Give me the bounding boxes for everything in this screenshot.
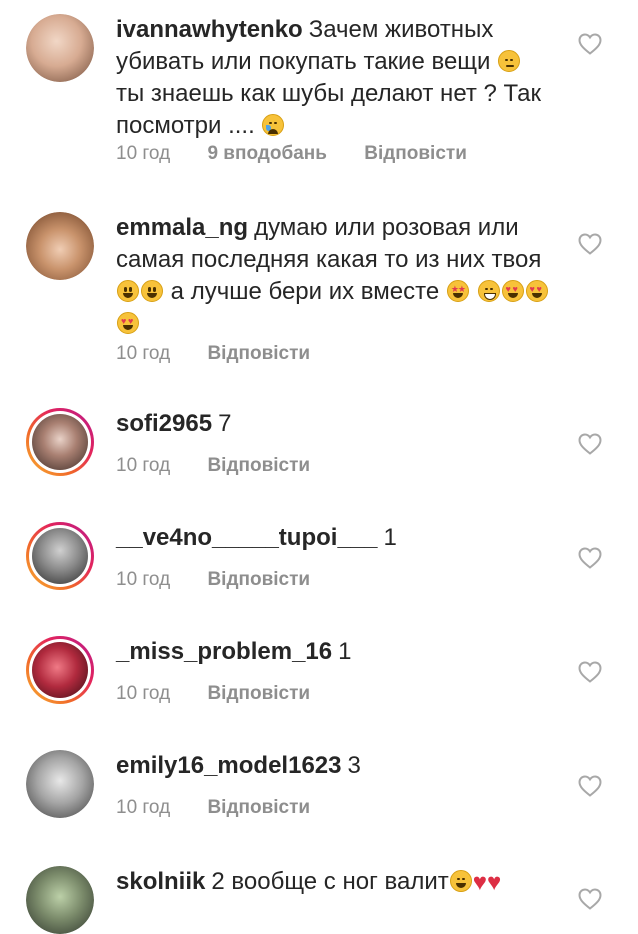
likes-count[interactable]: 9 вподобань bbox=[207, 143, 326, 164]
avatar[interactable] bbox=[26, 14, 94, 82]
laughing-face-icon bbox=[449, 870, 472, 892]
comment-time: 10 год bbox=[116, 569, 171, 590]
reply-button[interactable]: Відповісти bbox=[207, 683, 310, 704]
comment-username[interactable]: emily16_model1623 bbox=[116, 752, 341, 779]
comment-item: ivannawhytenko Зачем животных убивать или… bbox=[0, 14, 638, 184]
comment-meta: 10 год Відповісти bbox=[116, 454, 342, 478]
avatar-story-ring[interactable] bbox=[26, 408, 94, 476]
comment-text: ivannawhytenko Зачем животных убивать или… bbox=[116, 14, 556, 142]
comment-text: sofi2965 7 bbox=[116, 408, 556, 440]
comment-text: emily16_model1623 3 bbox=[116, 750, 556, 782]
comment-username[interactable]: sofi2965 bbox=[116, 410, 212, 437]
heart-outline-icon[interactable] bbox=[578, 233, 602, 255]
heart-eyes-icon: ♥ ♥ bbox=[525, 280, 548, 302]
comment-body-continued: ты знаешь как шубы делают нет ? Так посм… bbox=[116, 80, 541, 139]
comment-username[interactable]: _miss_problem_16 bbox=[116, 638, 332, 665]
grinning-face-icon bbox=[477, 280, 500, 302]
comment-body: 1 bbox=[338, 638, 352, 665]
comment-time: 10 год bbox=[116, 797, 171, 818]
comment-text: _miss_problem_16 1 bbox=[116, 636, 556, 668]
comment-text: __ve4no_____tupoi___ 1 bbox=[116, 522, 556, 554]
comment-meta: 10 год Відповісти bbox=[116, 796, 342, 820]
reply-button[interactable]: Відповісти bbox=[207, 569, 310, 590]
comment-username[interactable]: emmala_ng bbox=[116, 214, 248, 241]
comment-item: _miss_problem_16 1 10 год Відповісти bbox=[0, 636, 638, 726]
heart-outline-icon[interactable] bbox=[578, 775, 602, 797]
crying-face-icon bbox=[262, 114, 285, 136]
comment-meta: 10 год Відповісти bbox=[116, 568, 342, 592]
comment-meta: 10 год 9 вподобань Відповісти bbox=[116, 142, 499, 166]
comment-body: 7 bbox=[218, 410, 232, 437]
avatar[interactable] bbox=[26, 212, 94, 280]
comments-list: ivannawhytenko Зачем животных убивать или… bbox=[0, 0, 638, 934]
heart-eyes-icon: ♥ ♥ bbox=[501, 280, 524, 302]
comment-username[interactable]: __ve4no_____tupoi___ bbox=[116, 524, 377, 551]
reply-button[interactable]: Відповісти bbox=[207, 343, 310, 364]
comment-body: 1 bbox=[383, 524, 397, 551]
smiling-face-icon bbox=[117, 280, 139, 302]
comment-meta: 10 год Відповісти bbox=[116, 682, 342, 706]
comment-body: 3 bbox=[347, 752, 361, 779]
comment-text: emmala_ng думаю или розовая или самая пос… bbox=[116, 212, 556, 340]
avatar[interactable] bbox=[26, 750, 94, 818]
comment-time: 10 год bbox=[116, 455, 171, 476]
comment-meta: 10 год Відповісти bbox=[116, 342, 342, 366]
avatar-story-ring[interactable] bbox=[26, 636, 94, 704]
heart-outline-icon[interactable] bbox=[578, 33, 602, 55]
reply-button[interactable]: Відповісти bbox=[207, 455, 310, 476]
comment-time: 10 год bbox=[116, 343, 171, 364]
heart-outline-icon[interactable] bbox=[578, 661, 602, 683]
comment-time: 10 год bbox=[116, 683, 171, 704]
pensive-face-icon bbox=[498, 50, 521, 72]
reply-button[interactable]: Відповісти bbox=[364, 143, 467, 164]
heart-outline-icon[interactable] bbox=[578, 433, 602, 455]
comment-username[interactable]: skolniik bbox=[116, 868, 205, 895]
avatar-story-ring[interactable] bbox=[26, 522, 94, 590]
red-heart-icon: ♥ bbox=[486, 869, 502, 896]
reply-button[interactable]: Відповісти bbox=[207, 797, 310, 818]
comment-body: 2 вообще с ног валит bbox=[211, 868, 449, 895]
star-struck-icon: ★ ★ bbox=[446, 280, 469, 302]
heart-outline-icon[interactable] bbox=[578, 547, 602, 569]
red-heart-icon: ♥ bbox=[472, 869, 487, 896]
comment-item: emmala_ng думаю или розовая или самая пос… bbox=[0, 212, 638, 382]
comment-item: emily16_model1623 3 10 год Відповісти bbox=[0, 750, 638, 840]
heart-outline-icon[interactable] bbox=[578, 888, 602, 910]
comment-body-continued: а лучше бери их вместе bbox=[170, 278, 440, 305]
smiling-face-icon bbox=[141, 280, 163, 302]
comment-time: 10 год bbox=[116, 143, 171, 164]
comment-item: __ve4no_____tupoi___ 1 10 год Відповісти bbox=[0, 522, 638, 612]
comment-item: skolniik 2 вообще с ног валит ♥♥ bbox=[0, 866, 638, 934]
comment-username[interactable]: ivannawhytenko bbox=[116, 16, 303, 43]
comment-text: skolniik 2 вообще с ног валит ♥♥ bbox=[116, 866, 556, 898]
avatar[interactable] bbox=[26, 866, 94, 934]
heart-eyes-icon: ♥ ♥ bbox=[117, 312, 139, 334]
comment-item: sofi2965 7 10 год Відповісти bbox=[0, 408, 638, 498]
